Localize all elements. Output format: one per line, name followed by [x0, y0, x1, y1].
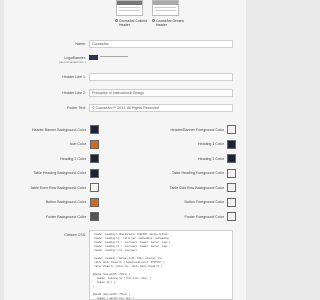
- logo-wordmark: [100, 56, 128, 57]
- thumbnail-line: [155, 10, 176, 11]
- color-swatch[interactable]: [90, 125, 99, 134]
- color-swatch[interactable]: [90, 168, 99, 178]
- header-line1-label: Header Line 1:: [62, 75, 86, 79]
- color-label: Button Background Color: [45, 200, 86, 204]
- color-label: Icon Color: [69, 142, 86, 146]
- color-label: Header Banner Background Color: [31, 127, 86, 132]
- footer-text-label: Footer Text:: [67, 106, 86, 110]
- color-swatch[interactable]: [227, 125, 236, 134]
- template-radio-generic[interactable]: [152, 19, 155, 22]
- color-swatch[interactable]: [227, 168, 236, 178]
- name-input[interactable]: CourseArc: [89, 40, 233, 48]
- template-label-colored: CourseArc Colored Header: [119, 18, 148, 27]
- color-label: Heading 3 Color: [198, 156, 224, 161]
- color-label: Table Heading Background Color: [33, 171, 86, 175]
- color-swatch[interactable]: [227, 197, 236, 207]
- template-thumbnail-generic[interactable]: [152, 0, 179, 16]
- template-thumbnail-colored[interactable]: [116, 0, 143, 16]
- thumbnail-line: [119, 10, 140, 11]
- thumbnail-header-bar: [153, 1, 178, 5]
- color-label: Table Odd Row Background Color: [169, 185, 224, 190]
- color-label: Header/Banner Foreground Color: [170, 127, 224, 132]
- logo-image: [89, 55, 98, 60]
- template-label-generic: CourseArc Generic Header: [156, 18, 185, 27]
- color-swatch[interactable]: [90, 154, 99, 163]
- color-label: Table Even Row Background Color: [30, 185, 86, 190]
- logo-size-note: (recommended size: ): [58, 60, 86, 64]
- color-label: Footer Foreground Color: [184, 214, 224, 219]
- color-label: Heading 2 Color: [60, 156, 86, 161]
- name-label: Name:: [75, 42, 86, 46]
- header-line2-label: Header Line 2:: [62, 91, 86, 95]
- custom-css-textarea[interactable]: .header .heading h #background: #1d2336;…: [89, 230, 233, 300]
- thumbnail-header-bar: [117, 1, 142, 5]
- color-swatch[interactable]: [227, 212, 236, 221]
- thumbnail-line: [155, 7, 176, 8]
- footer-text-input[interactable]: © CourseArc™ 2013, All Rights Reserved: [89, 104, 233, 112]
- header-line2-input[interactable]: Principles of Instructional Design: [89, 89, 233, 97]
- color-swatch[interactable]: [227, 183, 236, 192]
- color-label: Footer Background Color: [45, 214, 86, 219]
- color-swatch[interactable]: [90, 183, 99, 192]
- color-swatch[interactable]: [227, 139, 236, 149]
- color-swatch[interactable]: [90, 139, 99, 149]
- color-label: Table Heading Foreground Color: [171, 171, 224, 175]
- logo-preview: [89, 54, 129, 62]
- color-swatch[interactable]: [227, 154, 236, 163]
- color-label: Button Foreground Color: [184, 200, 224, 204]
- template-radio-colored[interactable]: [115, 19, 118, 22]
- color-swatch[interactable]: [90, 212, 99, 221]
- thumbnail-line: [119, 7, 140, 8]
- custom-css-label: Custom CSS:: [64, 233, 86, 237]
- color-swatch[interactable]: [90, 197, 99, 207]
- header-line1-input[interactable]: [89, 73, 233, 81]
- settings-panel: CourseArc Colored Header CourseArc Gener…: [4, 0, 246, 300]
- color-label: Heading 1 Color: [198, 142, 224, 146]
